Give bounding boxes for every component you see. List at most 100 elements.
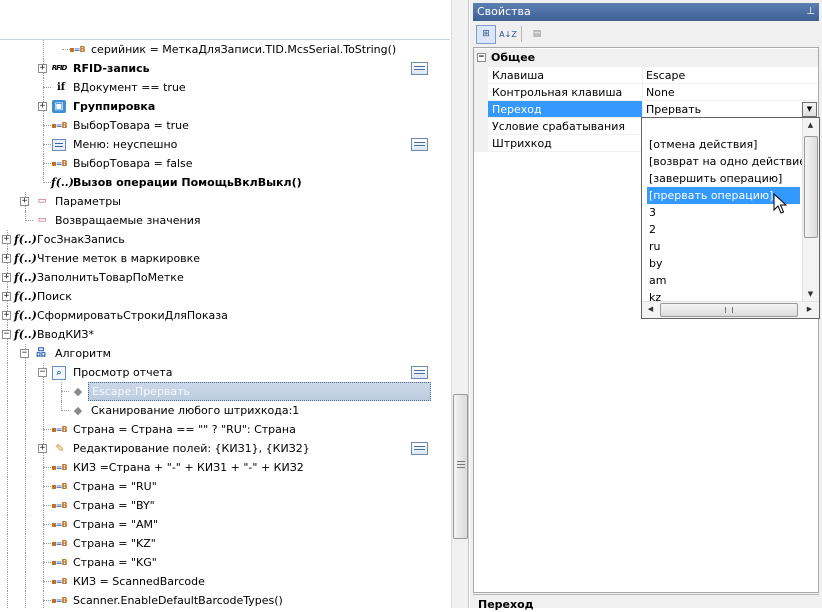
tree-node-label: Страна = "KG" <box>73 556 157 569</box>
expand-toggle[interactable]: + <box>2 311 11 320</box>
tree-node-label: ВыборТовара = false <box>73 157 193 170</box>
expand-toggle[interactable]: + <box>38 64 47 73</box>
expand-toggle[interactable]: + <box>38 444 47 453</box>
tree-node[interactable]: − f(..) ВводКИЗ* <box>0 325 450 344</box>
tree-node-label: Страна = Страна == "" ? "RU": Страна <box>73 423 296 436</box>
tree-node[interactable]: ▪=B Страна = "AM" <box>0 515 450 534</box>
function-icon: f(..) <box>51 176 74 189</box>
property-value[interactable]: Escape <box>643 67 818 84</box>
property-name: Клавиша <box>488 67 643 84</box>
tree-scrollbar-thumb[interactable] <box>453 394 468 539</box>
scroll-up-icon[interactable]: ▲ <box>803 118 818 133</box>
parameters-icon: ▭ <box>37 196 47 206</box>
tree-node[interactable]: + f(..) ГосЗнакЗапись <box>0 230 450 249</box>
dropdown-vertical-scrollbar[interactable]: ▲ ▼ <box>802 118 819 302</box>
property-row-control-key[interactable]: Контрольная клавиша None <box>474 84 818 101</box>
tree-node[interactable]: + ✎ Редактирование полей: {КИЗ1}, {КИЗ2} <box>0 439 450 458</box>
tree-node[interactable]: ▪=B КИЗ = ScannedBarcode <box>0 572 450 591</box>
tree-node-label: Возвращаемые значения <box>55 214 201 227</box>
group-icon: ▣ <box>52 100 66 113</box>
tree-node[interactable]: − ⌕ Просмотр отчета <box>0 363 450 382</box>
tree-node[interactable]: + f(..) ЗаполнитьТоварПоМетке <box>0 268 450 287</box>
assign-icon: ▪=B <box>51 121 67 130</box>
tree-node[interactable]: + ▣ Группировка <box>0 97 450 116</box>
categorized-view-button[interactable]: ⊞ <box>476 25 496 44</box>
scroll-left-icon[interactable]: ◀ <box>643 302 658 317</box>
tree-node[interactable]: + f(..) СформироватьСтрокиДляПоказа <box>0 306 450 325</box>
dropdown-option[interactable]: 2 <box>647 221 800 238</box>
assign-icon: ▪=B <box>51 501 67 510</box>
transition-dropdown-list[interactable]: [отмена действия] [возврат на одно дейст… <box>641 117 820 319</box>
tree-node[interactable]: if ВДокумент == true <box>0 78 450 97</box>
node-menu-button[interactable] <box>411 62 428 75</box>
tree-node[interactable]: ▪=B Scanner.EnableDefaultBarcodeTypes() <box>0 591 450 608</box>
tree-node[interactable]: − 品 Алгоритм <box>0 344 450 363</box>
tree-node[interactable]: ▪=B Страна = "KG" <box>0 553 450 572</box>
property-row-key[interactable]: Клавиша Escape <box>474 67 818 84</box>
tree-scrollbar[interactable] <box>451 0 468 608</box>
tree-node[interactable]: + f(..) Поиск <box>0 287 450 306</box>
expand-toggle[interactable]: + <box>2 292 11 301</box>
property-value[interactable]: None <box>643 84 818 101</box>
tree-node-selected[interactable]: ◆ Escape:Прервать <box>0 382 450 401</box>
tree-node[interactable]: + RFID RFID-запись <box>0 59 450 78</box>
expand-toggle[interactable]: + <box>2 235 11 244</box>
dropdown-scroll-thumb[interactable] <box>804 136 818 238</box>
property-row-transition[interactable]: Переход Прервать ▼ <box>474 101 818 118</box>
collapse-category-icon[interactable]: − <box>477 53 486 62</box>
tree-node[interactable]: ▪=B Страна = "RU" <box>0 477 450 496</box>
tree-node[interactable]: ▪=B Страна = Страна == "" ? "RU": Страна <box>0 420 450 439</box>
assign-icon: ▪=B <box>51 520 67 529</box>
dropdown-horizontal-scrollbar[interactable]: ◀ ▶ <box>642 301 819 318</box>
dropdown-option[interactable]: [отмена действия] <box>647 136 800 153</box>
transition-combobox[interactable]: Прервать ▼ <box>643 101 818 118</box>
expand-toggle[interactable]: + <box>20 197 29 206</box>
tree-node[interactable]: ▭ Возвращаемые значения <box>0 211 450 230</box>
dropdown-option[interactable]: am <box>647 272 800 289</box>
node-menu-button[interactable] <box>411 442 428 455</box>
tree-node-label: Поиск <box>37 290 72 303</box>
collapse-toggle[interactable]: − <box>20 349 29 358</box>
dropdown-option[interactable]: [возврат на одно действие] <box>647 153 810 170</box>
category-general[interactable]: − Общее <box>474 49 818 67</box>
return-values-icon: ▭ <box>37 215 47 225</box>
node-menu-button[interactable] <box>411 138 428 151</box>
scroll-down-icon[interactable]: ▼ <box>803 287 818 302</box>
tree-node[interactable]: ▪=B серийник = МеткаДляЗаписи.TID.McsSer… <box>0 40 450 59</box>
tree-node[interactable]: + f(..) Чтение меток в маркировке <box>0 249 450 268</box>
dropdown-option[interactable]: ru <box>647 238 800 255</box>
tree-node-label: серийник = МеткаДляЗаписи.TID.McsSerial.… <box>91 43 397 56</box>
expand-toggle[interactable]: + <box>2 273 11 282</box>
properties-title: Свойства <box>477 5 531 18</box>
category-label: Общее <box>491 51 536 64</box>
tree-node-label: Меню: неуспешно <box>73 138 178 151</box>
dropdown-arrow-button[interactable]: ▼ <box>802 102 817 117</box>
assign-icon: ▪=B <box>51 539 67 548</box>
tree-node[interactable]: ▪=B Страна = "BY" <box>0 496 450 515</box>
collapse-toggle[interactable]: − <box>38 368 47 377</box>
tree-node[interactable]: + ▭ Параметры <box>0 192 450 211</box>
node-menu-button[interactable] <box>411 366 428 379</box>
tree-node[interactable]: Меню: неуспешно <box>0 135 450 154</box>
tree-node-label: ВДокумент == true <box>73 81 186 94</box>
tree-node[interactable]: f(..) Вызов операции ПомощьВклВыкл() <box>0 173 450 192</box>
dropdown-option[interactable]: [завершить операцию] <box>647 170 800 187</box>
tree-node[interactable]: ▪=B Страна = "KZ" <box>0 534 450 553</box>
property-pages-button[interactable]: ▤ <box>527 25 547 44</box>
function-icon: f(..) <box>14 271 37 284</box>
pin-icon[interactable]: ⊥ <box>806 3 815 21</box>
tree-node[interactable]: ▪=B КИЗ =Страна + "-" + КИЗ1 + "-" + КИЗ… <box>0 458 450 477</box>
property-name: Условие срабатывания <box>488 118 643 135</box>
alphabetical-sort-button[interactable]: A↓Z <box>498 25 518 44</box>
property-name: Контрольная клавиша <box>488 84 643 101</box>
tree-node[interactable]: ▪=B ВыборТовара = false <box>0 154 450 173</box>
collapse-toggle[interactable]: − <box>2 330 11 339</box>
tree-node[interactable]: ▪=B ВыборТовара = true <box>0 116 450 135</box>
scroll-right-icon[interactable]: ▶ <box>802 302 817 317</box>
dropdown-hscroll-thumb[interactable] <box>660 303 798 317</box>
dropdown-option[interactable]: by <box>647 255 800 272</box>
tree-node-label: ВыборТовара = true <box>73 119 189 132</box>
expand-toggle[interactable]: + <box>2 254 11 263</box>
expand-toggle[interactable]: + <box>38 102 47 111</box>
tree-node[interactable]: ◆ Сканирование любого штрихкода:1 <box>0 401 450 420</box>
